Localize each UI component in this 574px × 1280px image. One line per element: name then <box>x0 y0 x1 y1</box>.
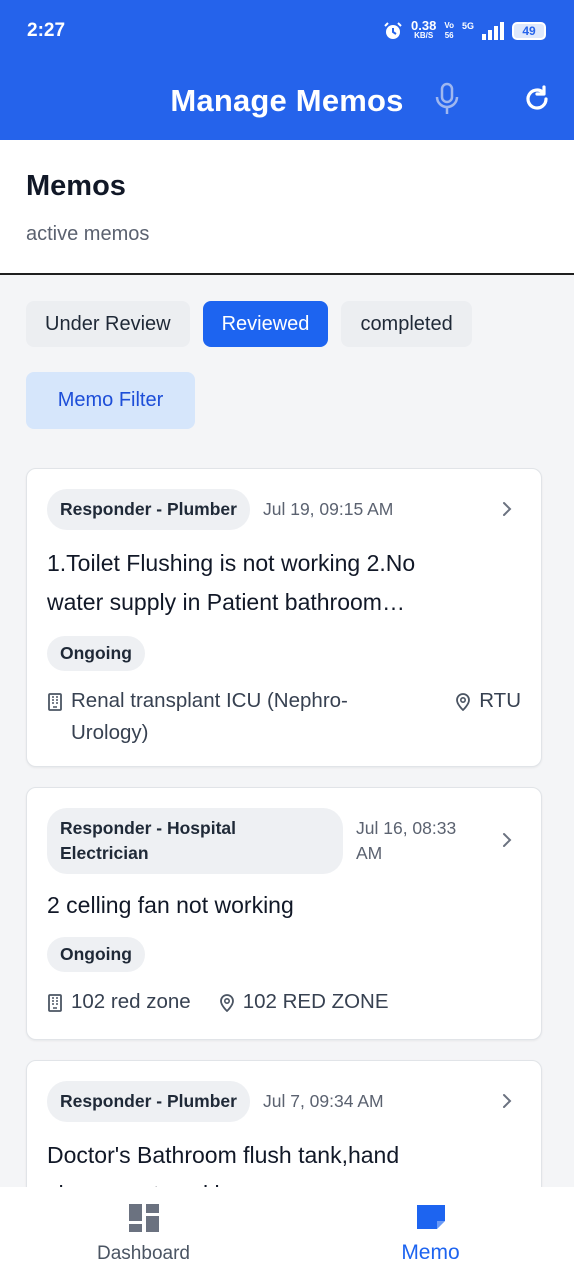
chevron-right-icon[interactable] <box>497 1091 517 1111</box>
responder-badge: Responder - Plumber <box>47 1081 250 1122</box>
net-speed: 0.38 KB/S <box>411 18 437 40</box>
page-title: Memos <box>26 170 126 202</box>
tab-under-review[interactable]: Under Review <box>26 301 190 347</box>
memo-location: Renal transplant ICU (Nephro- Urology) <box>47 685 348 749</box>
refresh-button[interactable] <box>518 79 556 119</box>
tab-completed[interactable]: completed <box>341 301 472 347</box>
alarm-icon <box>384 22 402 39</box>
location-pin-icon <box>219 994 234 1012</box>
memo-card-header: Responder - Hospital Electrician Jul 16,… <box>47 808 521 874</box>
battery-icon: 49 <box>512 22 546 40</box>
signal-icon <box>482 22 504 40</box>
location-pin-icon <box>456 693 471 711</box>
building-icon <box>48 994 62 1012</box>
memo-date: Jul 7, 09:34 AM <box>262 1091 384 1111</box>
microphone-button[interactable] <box>430 79 464 119</box>
memo-title: 1.Toilet Flushing is not working 2.No wa… <box>47 550 416 615</box>
status-time: 2:27 <box>27 20 66 41</box>
nav-label: Dashboard <box>97 1243 190 1264</box>
refresh-icon <box>526 85 548 110</box>
chevron-right-icon[interactable] <box>497 499 517 519</box>
volte-indicator: Vo 56 <box>444 21 454 40</box>
status-badge: Ongoing <box>47 636 145 671</box>
status-bar: 2:27 0.38 KB/S Vo 56 5G 49 <box>0 0 574 62</box>
responder-badge: Responder - Hospital Electrician <box>47 808 343 874</box>
memo-card-header: Responder - Plumber Jul 19, 09:15 AM <box>47 489 521 530</box>
nav-memo[interactable]: Memo <box>287 1187 574 1280</box>
tab-reviewed[interactable]: Reviewed <box>202 301 329 347</box>
top-bar: 2:27 0.38 KB/S Vo 56 5G 49 Manage Memos <box>0 0 574 140</box>
memo-card[interactable]: Responder - Plumber Jul 19, 09:15 AM 1.T… <box>26 468 542 767</box>
battery-level: 49 <box>522 24 536 38</box>
page-subtitle: active memos <box>26 223 150 245</box>
network-type: 5G <box>461 21 474 31</box>
memo-area: 102 RED ZONE <box>219 986 389 1018</box>
memo-area: RTU <box>455 685 521 717</box>
building-icon <box>48 693 62 711</box>
dashboard-icon <box>128 1204 159 1232</box>
nav-label: Memo <box>401 1241 460 1264</box>
memo-location-row: 102 red zone 102 RED ZONE <box>47 986 521 1018</box>
app-title: Manage Memos <box>170 83 404 118</box>
chevron-right-icon[interactable] <box>497 830 517 850</box>
status-tabs: Under Review Reviewed completed <box>26 301 472 347</box>
status-badge: Ongoing <box>47 937 145 972</box>
memo-location: 102 red zone <box>47 986 191 1018</box>
memo-title: 2 celling fan not working <box>47 892 294 918</box>
memo-card-header: Responder - Plumber Jul 7, 09:34 AM <box>47 1081 521 1122</box>
app-bar: Manage Memos <box>0 62 574 140</box>
microphone-icon <box>435 82 459 114</box>
memo-icon <box>416 1205 445 1229</box>
memo-location-row: Renal transplant ICU (Nephro- Urology) R… <box>47 685 521 749</box>
nav-dashboard[interactable]: Dashboard <box>0 1187 287 1280</box>
status-icons: 0.38 KB/S Vo 56 5G 49 <box>383 18 546 41</box>
memo-card[interactable]: Responder - Hospital Electrician Jul 16,… <box>26 787 542 1040</box>
responder-badge: Responder - Plumber <box>47 489 250 530</box>
memo-date: Jul 19, 09:15 AM <box>262 499 394 519</box>
memo-filter-button[interactable]: Memo Filter <box>26 372 195 429</box>
page-header: Memos active memos <box>0 140 574 275</box>
bottom-nav: Dashboard Memo <box>0 1187 574 1280</box>
memo-date: Jul 16, 08:33 AM <box>356 818 457 863</box>
